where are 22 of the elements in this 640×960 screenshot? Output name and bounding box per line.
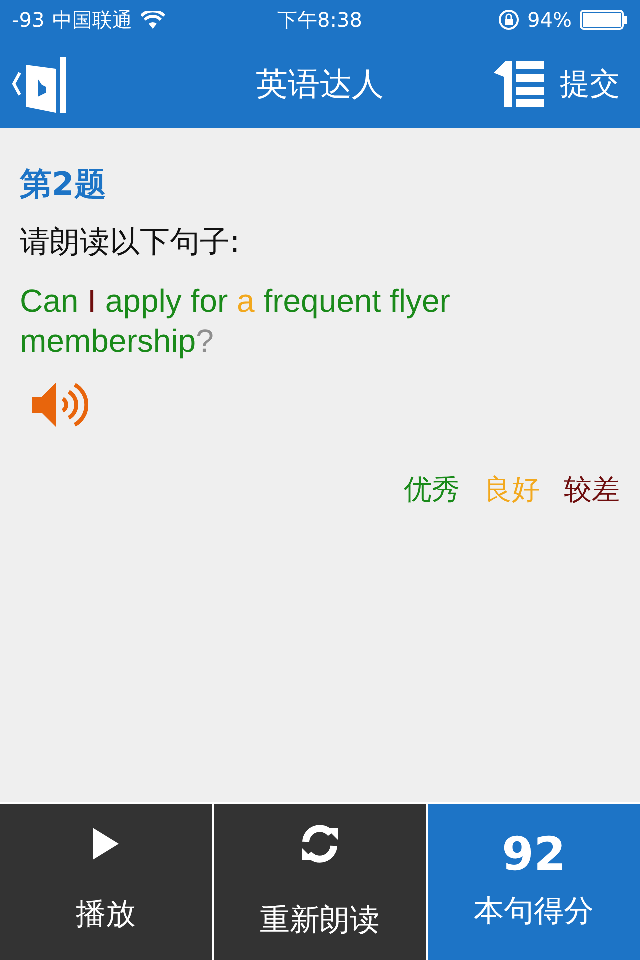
play-button[interactable]: 播放 xyxy=(0,804,212,960)
legend-label: 较差 xyxy=(564,472,620,508)
list-icon[interactable] xyxy=(494,61,544,107)
legend-label: 优秀 xyxy=(404,472,460,508)
carrier-name: 中国联通 xyxy=(52,7,133,34)
legend-label: 良好 xyxy=(484,472,540,508)
sentence-text: Can I apply for a frequent flyer membership? xyxy=(20,282,452,361)
rotation-lock-icon xyxy=(498,9,520,31)
question-prompt: 请朗读以下句子: xyxy=(20,224,242,262)
question-number: 第2题 xyxy=(20,168,108,200)
clock-time: 下午8:38 xyxy=(276,7,364,34)
wifi-icon xyxy=(140,11,165,29)
reread-button[interactable]: 重新朗读 xyxy=(214,804,426,960)
submit-button[interactable]: 提交 xyxy=(560,62,628,106)
play-icon xyxy=(93,828,119,860)
page-title: 英语达人 xyxy=(255,64,385,105)
score-label: 本句得分 xyxy=(474,892,594,930)
battery-icon xyxy=(580,10,628,30)
signal-strength: -93 xyxy=(12,7,45,34)
score-value: 92 xyxy=(502,830,566,876)
battery-percent: 94% xyxy=(528,7,572,34)
speaker-icon[interactable] xyxy=(32,381,88,429)
